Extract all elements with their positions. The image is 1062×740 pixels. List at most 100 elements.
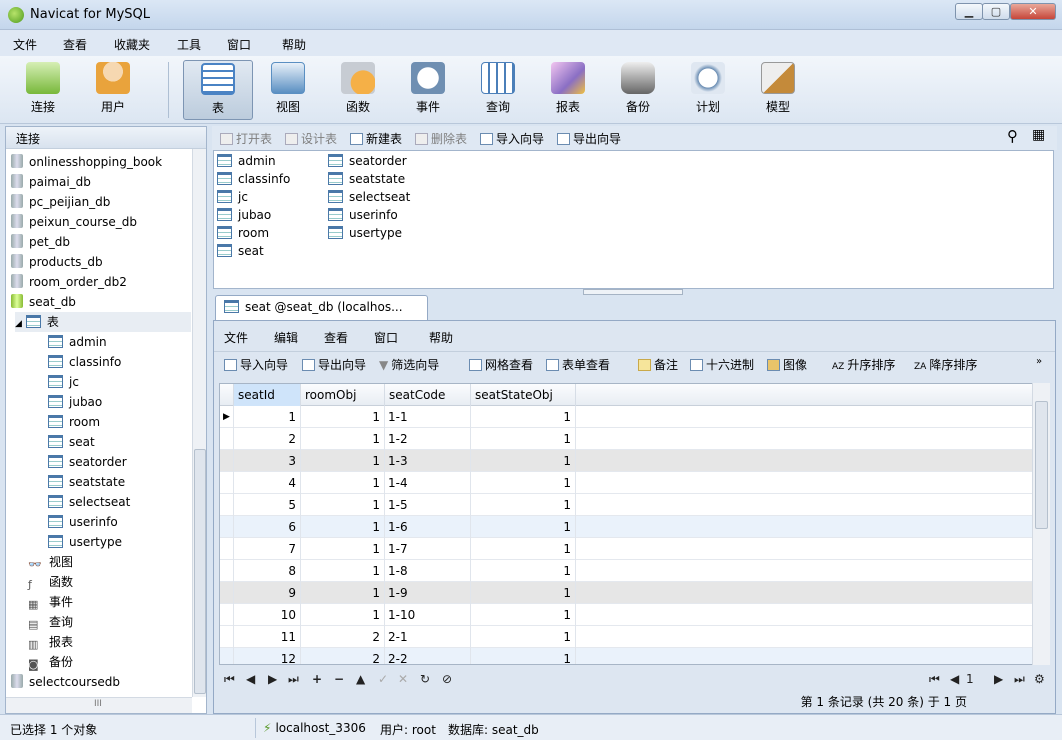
cell-roomobj[interactable]: 1 [301, 560, 385, 582]
stop-button[interactable]: ⊘ [442, 672, 452, 686]
object-item-seat[interactable]: seat [217, 242, 264, 260]
tree-db-products-db[interactable]: products_db [11, 252, 103, 272]
table-row[interactable]: 9 1 1-9 1 [220, 582, 1033, 604]
maximize-button[interactable]: ▢ [982, 3, 1010, 20]
search-icon[interactable]: ⚲ [1007, 127, 1018, 145]
cell-seatcode[interactable]: 2-2 [385, 648, 471, 664]
cell-seatstateobj[interactable]: 1 [471, 450, 576, 472]
cell-seatstateobj[interactable]: 1 [471, 648, 576, 664]
cell-roomobj[interactable]: 1 [301, 494, 385, 516]
object-item-jubao[interactable]: jubao [217, 206, 271, 224]
cell-seatcode[interactable]: 1-3 [385, 450, 471, 472]
tab-export-wizard-button[interactable]: 导出向导 [302, 356, 366, 373]
collapse-arrow-icon[interactable]: ◢ [15, 319, 22, 329]
tree-table-jc[interactable]: jc [48, 372, 79, 392]
row-indicator[interactable] [220, 626, 234, 648]
tree-table-room[interactable]: room [48, 412, 100, 432]
cell-seatcode[interactable]: 1-4 [385, 472, 471, 494]
toolbar-function-button[interactable]: 函数 [323, 60, 393, 120]
cell-seatcode[interactable]: 1-8 [385, 560, 471, 582]
cell-seatstateobj[interactable]: 1 [471, 472, 576, 494]
col-header-seatstateobj[interactable]: seatStateObj [471, 384, 576, 406]
tree-functions-node[interactable]: ƒ 函数 [28, 572, 73, 592]
cell-seatcode[interactable]: 1-6 [385, 516, 471, 538]
first-page-button[interactable]: ⏮ [929, 672, 940, 687]
table-row[interactable]: 12 2 2-2 1 [220, 648, 1033, 664]
export-wizard-button[interactable]: 导出向导 [557, 130, 621, 147]
tree-table-usertype[interactable]: usertype [48, 532, 122, 552]
toolbar-connection-button[interactable]: 连接 [8, 60, 78, 120]
grid-vertical-scrollbar[interactable] [1032, 383, 1050, 665]
tree-table-jubao[interactable]: jubao [48, 392, 102, 412]
menu-favorites[interactable]: 收藏夹 [114, 36, 150, 53]
prev-page-button[interactable]: ◀ [950, 672, 959, 686]
col-header-seatid[interactable]: seatId [234, 384, 301, 406]
toolbar-schedule-button[interactable]: 计划 [673, 60, 743, 120]
cell-roomobj[interactable]: 1 [301, 406, 385, 428]
cell-seatstateobj[interactable]: 1 [471, 494, 576, 516]
row-indicator[interactable] [220, 582, 234, 604]
tree-reports-node[interactable]: ▥ 报表 [28, 632, 73, 652]
row-indicator[interactable] [220, 604, 234, 626]
cell-seatstateobj[interactable]: 1 [471, 604, 576, 626]
close-button[interactable]: ✕ [1010, 3, 1056, 20]
tree-tables-node[interactable]: ◢ 表 [15, 312, 191, 332]
cell-roomobj[interactable]: 2 [301, 648, 385, 664]
toolbar-event-button[interactable]: 事件 [393, 60, 463, 120]
object-item-admin[interactable]: admin [217, 152, 276, 170]
object-item-userinfo[interactable]: userinfo [328, 206, 398, 224]
prev-record-button[interactable]: ◀ [246, 672, 255, 686]
page-number-field[interactable]: 1 [966, 672, 974, 686]
tree-backups-node[interactable]: ◙ 备份 [28, 652, 73, 672]
cell-seatid[interactable]: 1 [234, 406, 301, 428]
menu-file[interactable]: 文件 [13, 36, 37, 53]
row-indicator[interactable]: ▶ [220, 406, 234, 428]
edit-record-button[interactable]: ▲ [356, 672, 365, 686]
cell-seatid[interactable]: 5 [234, 494, 301, 516]
col-header-roomobj[interactable]: roomObj [301, 384, 385, 406]
cell-roomobj[interactable]: 1 [301, 538, 385, 560]
cell-seatid[interactable]: 12 [234, 648, 301, 664]
menu-window[interactable]: 窗口 [227, 36, 251, 53]
tree-db-room-order-db2[interactable]: room_order_db2 [11, 272, 127, 292]
discard-changes-button[interactable]: ✕ [398, 672, 408, 686]
object-item-seatorder[interactable]: seatorder [328, 152, 407, 170]
tree-table-selectseat[interactable]: selectseat [48, 492, 130, 512]
toolbar-backup-button[interactable]: 备份 [603, 60, 673, 120]
cell-roomobj[interactable]: 1 [301, 516, 385, 538]
sort-ascending-button[interactable]: AZ 升序排序 [832, 356, 895, 373]
toolbar-view-button[interactable]: 视图 [253, 60, 323, 120]
object-item-seatstate[interactable]: seatstate [328, 170, 405, 188]
cell-seatstateobj[interactable]: 1 [471, 428, 576, 450]
row-indicator[interactable] [220, 516, 234, 538]
menu-view[interactable]: 查看 [63, 36, 87, 53]
row-indicator[interactable] [220, 428, 234, 450]
object-item-usertype[interactable]: usertype [328, 224, 402, 242]
toolbar-overflow-icon[interactable]: » [1036, 356, 1042, 367]
table-row[interactable]: 11 2 2-1 1 [220, 626, 1033, 648]
row-indicator[interactable] [220, 538, 234, 560]
tree-db-paimai-db[interactable]: paimai_db [11, 172, 91, 192]
menu-help[interactable]: 帮助 [282, 36, 306, 53]
object-item-classinfo[interactable]: classinfo [217, 170, 290, 188]
col-header-seatcode[interactable]: seatCode [385, 384, 471, 406]
tab-menu-help[interactable]: 帮助 [429, 329, 453, 346]
cell-seatcode[interactable]: 1-9 [385, 582, 471, 604]
cell-seatcode[interactable]: 2-1 [385, 626, 471, 648]
tree-db-onlinesshopping-book[interactable]: onlinesshopping_book [11, 152, 162, 172]
tree-views-node[interactable]: 👓 视图 [28, 552, 73, 572]
cell-seatstateobj[interactable]: 1 [471, 560, 576, 582]
table-row[interactable]: 7 1 1-7 1 [220, 538, 1033, 560]
filter-wizard-button[interactable]: ▼ 筛选向导 [379, 356, 439, 373]
cell-roomobj[interactable]: 1 [301, 450, 385, 472]
open-table-button[interactable]: 打开表 [220, 130, 272, 147]
tab-import-wizard-button[interactable]: 导入向导 [224, 356, 288, 373]
tab-menu-view[interactable]: 查看 [324, 329, 348, 346]
cell-seatid[interactable]: 6 [234, 516, 301, 538]
tab-menu-edit[interactable]: 编辑 [274, 329, 298, 346]
toolbar-user-button[interactable]: 用户 [78, 60, 148, 120]
row-indicator[interactable] [220, 450, 234, 472]
tree-db-seat-db[interactable]: seat_db [11, 292, 76, 312]
cell-seatstateobj[interactable]: 1 [471, 516, 576, 538]
object-item-selectseat[interactable]: selectseat [328, 188, 410, 206]
